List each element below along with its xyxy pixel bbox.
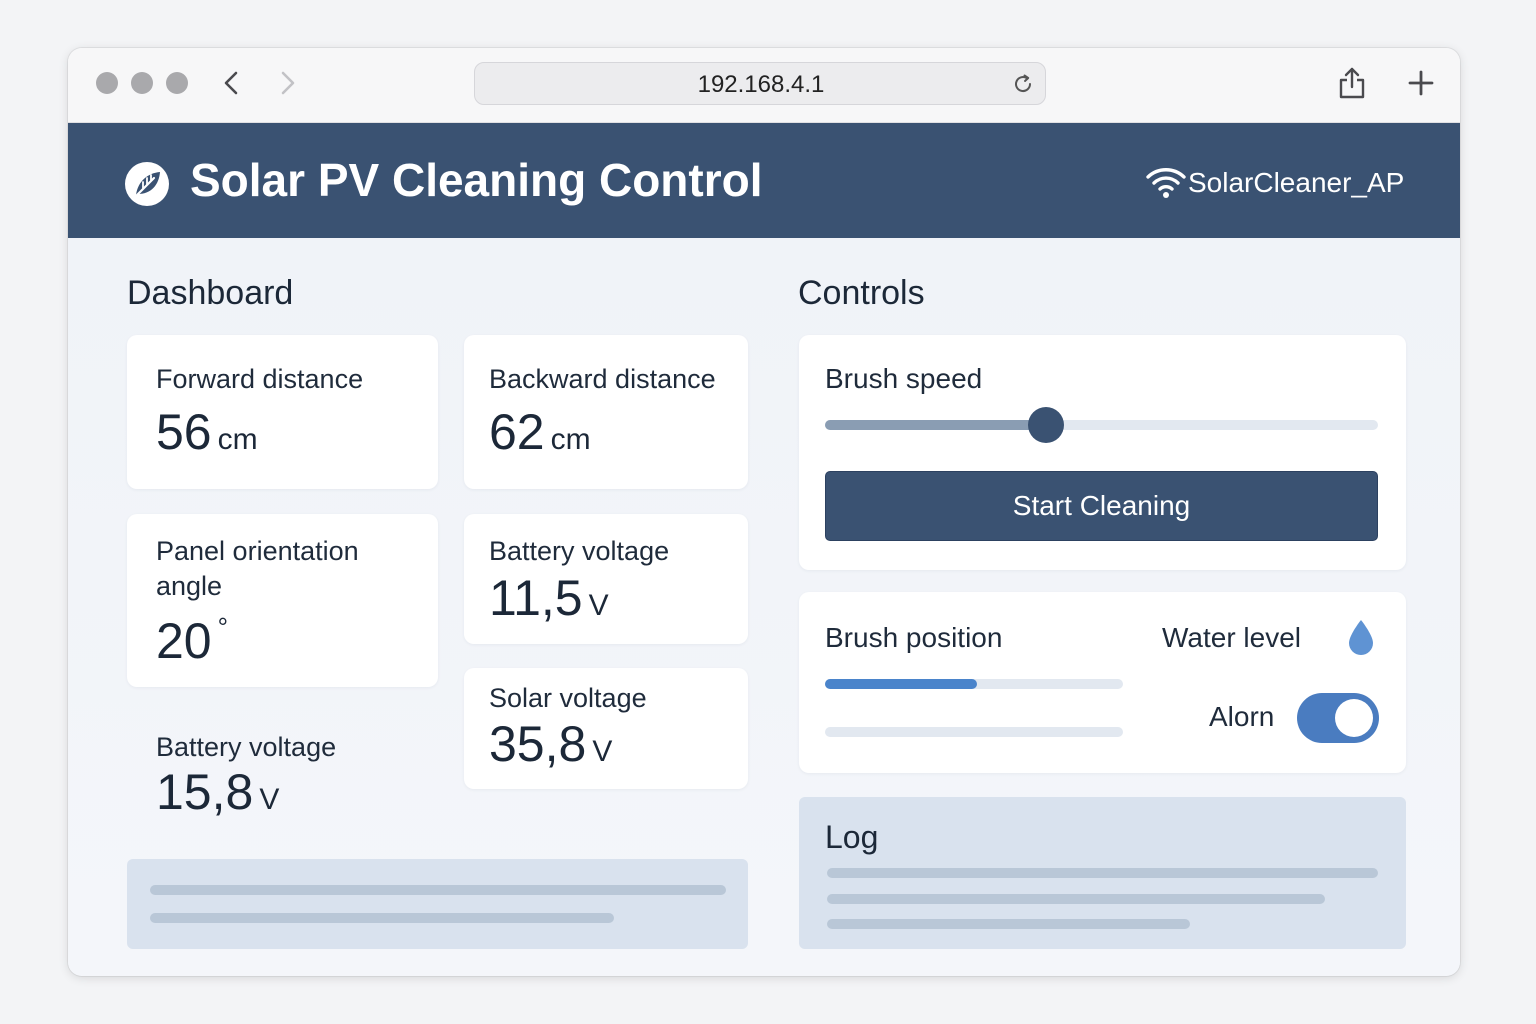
metric-value: 20 ° (156, 612, 228, 670)
metric-number: 15,8 (156, 764, 254, 820)
metric-value: 15,8 V (156, 763, 279, 821)
minimize-window-button[interactable] (131, 72, 153, 94)
close-window-button[interactable] (96, 72, 118, 94)
content-placeholder (127, 859, 748, 949)
share-icon[interactable] (1336, 66, 1368, 100)
wifi-icon (1145, 165, 1187, 199)
brush-speed-slider[interactable] (825, 407, 1378, 443)
water-level-label: Water level (1162, 622, 1302, 653)
log-line (827, 894, 1325, 904)
metric-label: Battery voltage (489, 536, 670, 566)
placeholder-line (150, 913, 614, 923)
metric-label: Panel orientation angle (156, 536, 359, 601)
metric-unit: V (259, 783, 280, 816)
start-cleaning-button[interactable]: Start Cleaning (825, 471, 1378, 541)
log-line (827, 919, 1190, 929)
solar-voltage-card: Solar voltage 35,8 V (464, 668, 748, 789)
address-bar[interactable]: 192.168.4.1 (474, 62, 1046, 105)
reload-icon[interactable] (1011, 72, 1035, 96)
metric-label: Forward distance (156, 364, 364, 394)
maximize-window-button[interactable] (166, 72, 188, 94)
battery-voltage-card: Battery voltage 11,5 V (464, 514, 748, 644)
network-name: SolarCleaner_AP (1188, 167, 1405, 198)
metric-label: Backward distance (489, 364, 716, 394)
dashboard-title: Dashboard (127, 274, 294, 312)
browser-toolbar: 192.168.4.1 (68, 48, 1460, 123)
metric-label: Battery voltage (156, 732, 337, 762)
plus-icon[interactable] (1406, 68, 1436, 98)
metric-number: 20 (156, 613, 212, 669)
metric-value: 56 cm (156, 403, 258, 461)
secondary-progress-bar (825, 727, 1123, 737)
toggle-knob (1335, 699, 1373, 737)
back-chevron-icon[interactable] (217, 68, 247, 98)
url-text: 192.168.4.1 (697, 71, 825, 98)
placeholder-line (150, 885, 726, 895)
brush-position-label: Brush position (825, 622, 1003, 653)
metric-unit: V (588, 589, 609, 622)
metric-unit: V (592, 735, 613, 768)
battery-voltage-readout: Battery voltage 15,8 V (127, 730, 438, 830)
alarm-toggle[interactable] (1297, 693, 1379, 743)
leaf-icon (124, 161, 170, 207)
metric-number: 35,8 (489, 716, 587, 772)
metric-unit: ° (217, 612, 229, 642)
brush-position-bar (825, 679, 1123, 689)
panel-angle-card: Panel orientation angle 20 ° (127, 514, 438, 687)
water-drop-icon (1346, 618, 1376, 656)
log-line (827, 868, 1378, 878)
main-content: Dashboard Forward distance 56 cm Backward… (68, 238, 1460, 976)
metric-number: 62 (489, 404, 545, 460)
log-title: Log (825, 819, 879, 855)
metric-unit: cm (550, 423, 591, 456)
backward-distance-card: Backward distance 62 cm (464, 335, 748, 489)
app-title: Solar PV Cleaning Control (190, 154, 763, 206)
app-header: Solar PV Cleaning Control SolarCleaner_A… (68, 123, 1460, 238)
status-card: Brush position Water level Alorn (799, 592, 1406, 773)
metric-number: 56 (156, 404, 212, 460)
slider-thumb[interactable] (1028, 407, 1065, 443)
brush-speed-card: Brush speed Start Cleaning (799, 335, 1406, 570)
progress-fill (825, 679, 977, 689)
forward-chevron-icon[interactable] (272, 68, 302, 98)
browser-window: 192.168.4.1 Solar PV Cleaning Control So… (68, 48, 1460, 976)
metric-value: 35,8 V (489, 715, 612, 773)
forward-distance-card: Forward distance 56 cm (127, 335, 438, 489)
log-panel: Log (799, 797, 1406, 949)
alarm-label: Alorn (1209, 701, 1275, 732)
controls-title: Controls (798, 274, 925, 312)
metric-value: 62 cm (489, 403, 591, 461)
slider-fill (825, 420, 1047, 430)
brush-speed-label: Brush speed (825, 363, 983, 394)
metric-number: 11,5 (489, 570, 583, 626)
metric-label: Solar voltage (489, 683, 647, 713)
metric-unit: cm (217, 423, 258, 456)
metric-value: 11,5 V (489, 569, 609, 627)
